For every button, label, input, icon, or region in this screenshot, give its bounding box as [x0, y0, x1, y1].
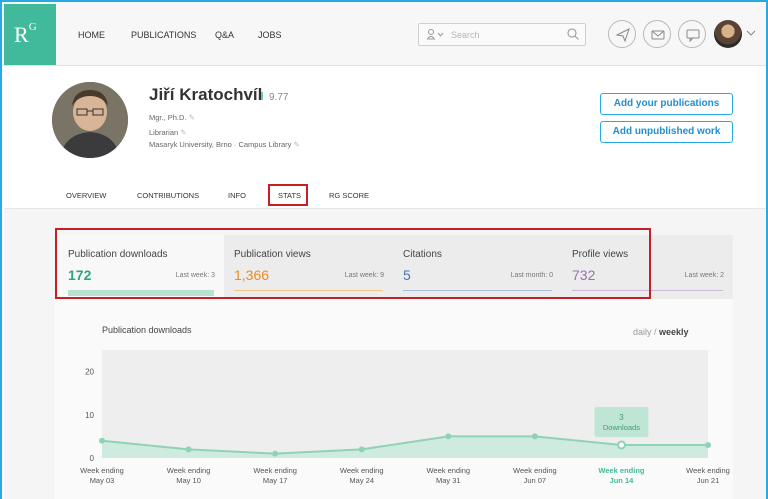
x-tick-label: May 24	[349, 476, 374, 485]
rg-score-value: 9.77	[269, 92, 289, 103]
envelope-icon	[651, 30, 665, 40]
x-tick-label: May 03	[90, 476, 115, 485]
profile-degree: Mgr., Ph.D. ✎	[149, 113, 195, 122]
granularity-toggle: daily / weekly	[633, 327, 689, 337]
logo-letter: R	[14, 22, 29, 47]
profile-institution: Masaryk University, Brno · Campus Librar…	[149, 140, 300, 149]
user-filter-icon[interactable]	[427, 28, 447, 42]
nav-jobs[interactable]: JOBS	[258, 30, 282, 40]
position-text: Librarian	[149, 128, 179, 137]
x-tick-label: May 31	[436, 476, 461, 485]
profile-photo	[52, 82, 128, 158]
stat-cards-highlight	[55, 228, 651, 299]
stats-tab-highlight	[268, 184, 308, 206]
user-avatar-menu[interactable]	[714, 20, 742, 48]
edit-pencil-icon[interactable]: ✎	[294, 140, 300, 149]
toggle-daily[interactable]: daily	[633, 327, 652, 337]
downloads-chart: 01020Week endingMay 03Week endingMay 10W…	[80, 350, 730, 485]
add-unpublished-button[interactable]: Add unpublished work	[600, 121, 733, 143]
toggle-weekly[interactable]: weekly	[659, 327, 689, 337]
chat-button[interactable]	[678, 20, 706, 48]
degree-text: Mgr., Ph.D.	[149, 113, 187, 122]
data-point	[445, 433, 452, 440]
x-tick-label: May 17	[263, 476, 288, 485]
x-tick-label: Week ending	[426, 466, 470, 475]
nav-publications[interactable]: PUBLICATIONS	[131, 30, 196, 40]
data-point	[272, 450, 279, 457]
x-tick-label: Week ending	[167, 466, 211, 475]
search-icon[interactable]	[566, 27, 580, 41]
profile-name: Jiří Kratochvíl	[149, 85, 263, 104]
data-point	[185, 446, 192, 453]
profile-position: Librarian ✎	[149, 128, 187, 137]
rg-score: 9.77	[261, 92, 288, 103]
tooltip-label: Downloads	[603, 423, 640, 432]
y-tick-label: 20	[85, 368, 94, 377]
paper-plane-icon	[615, 28, 630, 43]
tab-contributions[interactable]: CONTRIBUTIONS	[137, 191, 199, 200]
y-tick-label: 0	[90, 454, 95, 463]
data-point	[358, 446, 365, 453]
nav-home[interactable]: HOME	[78, 30, 105, 40]
x-tick-label: Week ending	[340, 466, 384, 475]
search-placeholder: Search	[451, 30, 480, 40]
add-publications-button[interactable]: Add your publications	[600, 93, 733, 115]
tab-info[interactable]: INFO	[228, 191, 246, 200]
logo-superscript: G	[28, 20, 37, 33]
y-tick-label: 10	[85, 411, 94, 420]
x-tick-label: Week ending	[80, 466, 124, 475]
x-tick-label: Week ending	[253, 466, 297, 475]
x-tick-label: Jun 21	[697, 476, 720, 485]
x-tick-label: Week ending	[513, 466, 557, 475]
nav-qa[interactable]: Q&A	[215, 30, 234, 40]
data-point	[705, 442, 711, 449]
score-bars-icon	[261, 92, 267, 100]
notifications-button[interactable]	[608, 20, 636, 48]
edit-pencil-icon[interactable]: ✎	[180, 128, 186, 137]
tab-rg-score[interactable]: RG SCORE	[329, 191, 369, 200]
data-point	[99, 437, 105, 444]
tab-overview[interactable]: OVERVIEW	[66, 191, 106, 200]
x-tick-label: Week ending	[686, 466, 730, 475]
data-point	[531, 433, 538, 440]
edit-pencil-icon[interactable]: ✎	[189, 113, 195, 122]
search-input[interactable]: Search	[418, 23, 586, 46]
toggle-separator: /	[651, 327, 660, 337]
messages-button[interactable]	[643, 20, 671, 48]
chat-bubble-icon	[686, 29, 700, 43]
x-tick-label: Week ending	[598, 466, 645, 475]
x-tick-label: Jun 14	[610, 476, 635, 485]
tooltip-value: 3	[619, 413, 624, 422]
institution-text: Masaryk University, Brno · Campus Librar…	[149, 140, 292, 149]
x-tick-label: Jun 07	[524, 476, 547, 485]
plot-background	[102, 350, 708, 458]
chart-title: Publication downloads	[102, 325, 192, 335]
researchgate-logo[interactable]: RG	[4, 4, 56, 65]
app-frame: RG HOME PUBLICATIONS Q&A JOBS Search Jiř…	[0, 0, 768, 499]
highlighted-data-point	[616, 440, 626, 450]
chevron-down-icon[interactable]	[746, 29, 756, 37]
stat-note: Last week: 2	[684, 272, 724, 279]
x-tick-label: May 10	[176, 476, 201, 485]
